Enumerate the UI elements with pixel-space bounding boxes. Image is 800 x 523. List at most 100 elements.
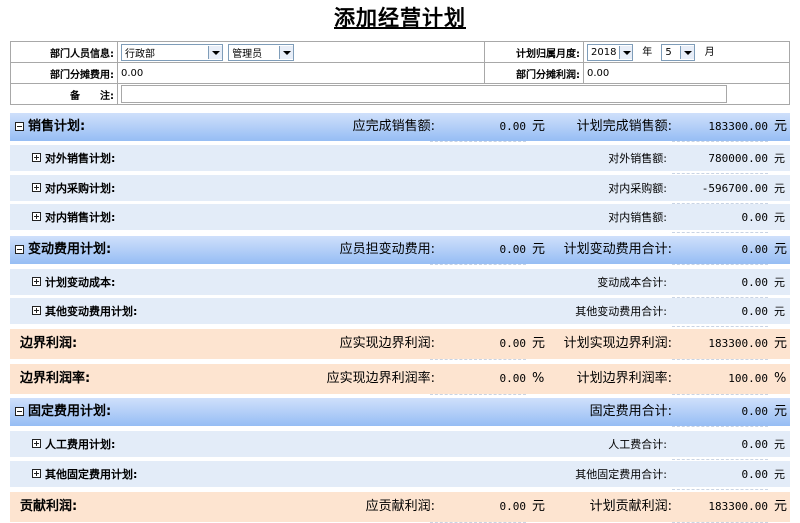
- sub-label: 计划变动成本:: [45, 276, 116, 289]
- year-select-value: 2018: [591, 46, 617, 58]
- expand-icon[interactable]: [32, 469, 41, 478]
- sub-sales-int[interactable]: 对内销售计划: 对内销售额: 0.00 元: [10, 204, 790, 233]
- expected-margin-label: 应实现边界利润:: [339, 336, 435, 351]
- section-sales[interactable]: 销售计划: 应完成销售额: 0.00 元 计划完成销售额: 183300.00 …: [10, 113, 790, 142]
- month-unit: 月: [704, 47, 715, 59]
- expected-contribution-value: 0.00: [430, 492, 526, 523]
- unit-label: 元: [774, 468, 785, 481]
- sub-value: 0.00: [672, 269, 768, 298]
- sub-value: 0.00: [672, 298, 768, 327]
- month-select[interactable]: 5: [661, 43, 696, 61]
- unit-label: 元: [532, 242, 546, 257]
- expand-icon[interactable]: [32, 212, 41, 221]
- chevron-down-icon: [208, 45, 222, 59]
- sub-label: 对内采购计划:: [45, 182, 116, 195]
- dept-staff-label: 部门人员信息:: [10, 41, 118, 63]
- expected-sales-value: 0.00: [430, 113, 526, 142]
- month-cell: 2018 年 5 月: [583, 41, 790, 63]
- sub-value: 780000.00: [672, 145, 768, 174]
- planned-margin-label: 计划实现边界利润:: [563, 336, 672, 351]
- unit-label: 元: [774, 182, 785, 195]
- unit-label: 元: [532, 119, 546, 134]
- unit-label: 元: [774, 119, 788, 134]
- dept-profit-value: 0.00: [583, 62, 790, 84]
- sub-label: 其他固定费用计划:: [45, 468, 138, 481]
- expand-icon[interactable]: [32, 277, 41, 286]
- unit-label: %: [532, 371, 545, 386]
- expand-icon[interactable]: [32, 306, 41, 315]
- fixed-cost-total-value: 0.00: [672, 398, 768, 427]
- planned-margin-rate-value: 100.00: [672, 364, 768, 395]
- sub-caption: 其他固定费用合计:: [575, 468, 667, 481]
- sub-plan-var-cost[interactable]: 计划变动成本: 变动成本合计: 0.00 元: [10, 269, 790, 298]
- collapse-icon[interactable]: [15, 245, 24, 254]
- expected-contribution-label: 应贡献利润:: [365, 499, 435, 514]
- sub-caption: 人工费合计:: [608, 438, 667, 451]
- sub-labor-cost[interactable]: 人工费用计划: 人工费合计: 0.00 元: [10, 431, 790, 460]
- unit-label: 元: [774, 211, 785, 224]
- dept-select[interactable]: 行政部: [121, 43, 223, 61]
- collapse-icon[interactable]: [15, 122, 24, 131]
- sub-caption: 对内销售额:: [608, 211, 667, 224]
- sub-value: 0.00: [672, 204, 768, 233]
- expected-margin-value: 0.00: [430, 329, 526, 360]
- unit-label: 元: [532, 336, 546, 351]
- year-select[interactable]: 2018: [587, 43, 633, 61]
- sub-caption: 对内采购额:: [608, 182, 667, 195]
- section-label: 贡献利润:: [20, 499, 78, 514]
- sub-label: 其他变动费用计划:: [45, 305, 138, 318]
- section-label: 边界利润:: [20, 336, 78, 351]
- sub-sales-ext[interactable]: 对外销售计划: 对外销售额: 780000.00 元: [10, 145, 790, 174]
- expected-margin-rate-value: 0.00: [430, 364, 526, 395]
- collapse-icon[interactable]: [15, 407, 24, 416]
- year-unit: 年: [642, 47, 653, 59]
- unit-label: 元: [774, 438, 785, 451]
- info-table: 部门人员信息: 行政部 管理员 计划归属月度: 2018 年 5 月 部门分摊费…: [10, 41, 790, 105]
- staff-select[interactable]: 管理员: [228, 43, 295, 61]
- expand-icon[interactable]: [32, 439, 41, 448]
- dept-select-value: 行政部: [125, 48, 155, 60]
- planned-var-cost-value: 0.00: [672, 236, 768, 265]
- unit-label: %: [774, 371, 787, 386]
- unit-label: 元: [774, 499, 788, 514]
- expected-var-cost-label: 应员担变动费用:: [339, 242, 435, 257]
- unit-label: 元: [774, 404, 788, 419]
- planned-sales-value: 183300.00: [672, 113, 768, 142]
- remark-cell: [117, 83, 790, 105]
- sub-caption: 对外销售额:: [608, 152, 667, 165]
- month-select-value: 5: [665, 46, 672, 58]
- unit-label: 元: [774, 305, 785, 318]
- expand-icon[interactable]: [32, 183, 41, 192]
- planned-margin-value: 183300.00: [672, 329, 768, 360]
- section-fixed-cost[interactable]: 固定费用计划: 固定费用合计: 0.00 元: [10, 398, 790, 427]
- sub-label: 对外销售计划:: [45, 152, 116, 165]
- planned-sales-label: 计划完成销售额:: [576, 119, 672, 134]
- planned-contribution-value: 183300.00: [672, 492, 768, 523]
- sub-other-fixed[interactable]: 其他固定费用计划: 其他固定费用合计: 0.00 元: [10, 461, 790, 490]
- section-label: 固定费用计划:: [28, 404, 112, 419]
- sub-other-var-cost[interactable]: 其他变动费用计划: 其他变动费用合计: 0.00 元: [10, 298, 790, 327]
- section-label: 边界利润率:: [20, 371, 91, 386]
- section-var-cost[interactable]: 变动费用计划: 应员担变动费用: 0.00 元 计划变动费用合计: 0.00 元: [10, 236, 790, 265]
- remark-label: 备 注:: [10, 83, 118, 105]
- sub-caption: 变动成本合计:: [597, 276, 667, 289]
- unit-label: 元: [532, 499, 546, 514]
- remark-input[interactable]: [121, 85, 727, 103]
- expected-margin-rate-label: 应实现边界利润率:: [326, 371, 435, 386]
- expected-sales-label: 应完成销售额:: [352, 119, 435, 134]
- unit-label: 元: [774, 152, 785, 165]
- unit-label: 元: [774, 336, 788, 351]
- chevron-down-icon: [619, 45, 632, 59]
- sub-purchase-int[interactable]: 对内采购计划: 对内采购额: -596700.00 元: [10, 175, 790, 204]
- dept-profit-label: 部门分摊利润:: [484, 62, 584, 84]
- expand-icon[interactable]: [32, 153, 41, 162]
- section-contribution: 贡献利润: 应贡献利润: 0.00 元 计划贡献利润: 183300.00 元: [10, 492, 790, 523]
- sub-value: 0.00: [672, 431, 768, 460]
- expected-var-cost-value: 0.00: [430, 236, 526, 265]
- unit-label: 元: [774, 242, 788, 257]
- sub-label: 人工费用计划:: [45, 438, 116, 451]
- sub-caption: 其他变动费用合计:: [575, 305, 667, 318]
- page-title: 添加经营计划: [334, 5, 466, 30]
- chevron-down-icon: [680, 45, 695, 59]
- planned-contribution-label: 计划贡献利润:: [589, 499, 672, 514]
